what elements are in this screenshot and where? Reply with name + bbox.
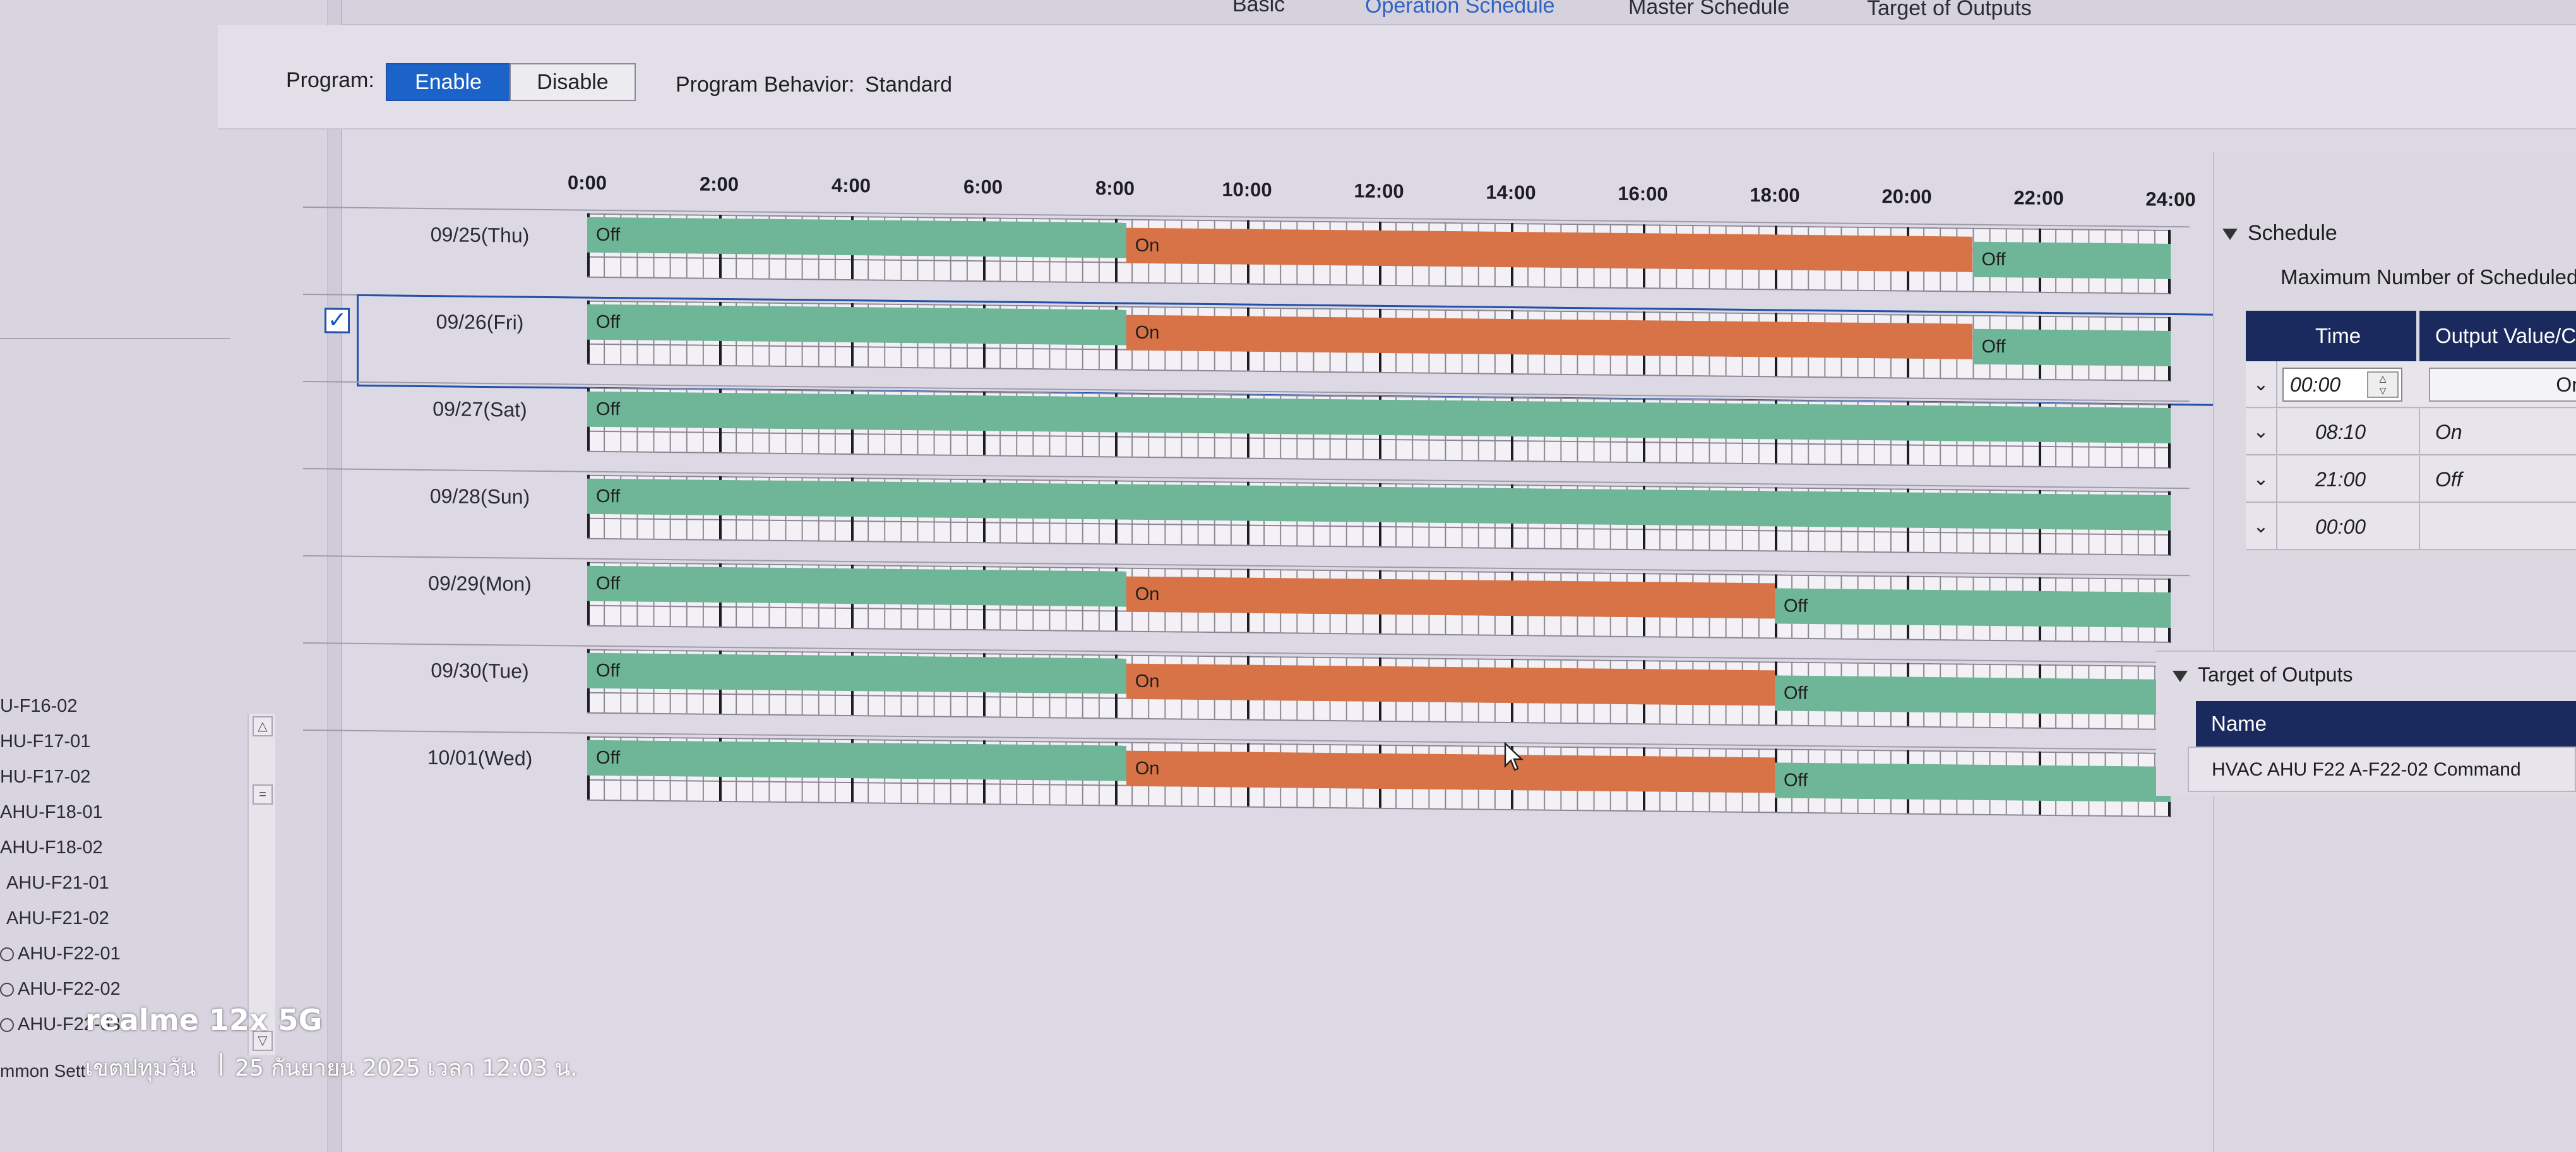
cell-divider <box>2419 409 2420 455</box>
tree-item[interactable]: AHU-F18-02 <box>0 837 103 858</box>
schedule-table-row[interactable]: ⌄ 00:00 <box>2246 503 2576 550</box>
tree-item-label: AHU-F22-02 <box>18 979 121 999</box>
collapse-triangle-icon[interactable] <box>2222 229 2238 241</box>
program-row: Program: Enable Disable Program Behavior… <box>218 25 2576 129</box>
row-date-label: 09/25(Thu) <box>430 223 530 247</box>
schedule-bar-off[interactable]: Off <box>1775 762 2171 802</box>
schedule-bar-on[interactable]: On <box>1126 750 1775 793</box>
row-date-label: 09/27(Sat) <box>432 397 527 421</box>
schedule-table-body: ⌄ 00:00 △▽ On ⌄ 08:10 On ⌄ 21:00 Off ⌄ 00:00 <box>2246 361 2576 557</box>
schedule-radio-icon <box>0 947 14 962</box>
tree-item[interactable]: AHU-F22-02 <box>0 979 121 1000</box>
tree-divider <box>0 338 230 339</box>
output-value-cell: On <box>2435 421 2462 443</box>
schedule-title: Schedule <box>2248 221 2337 245</box>
tree-item[interactable]: AHU-F21-02 <box>6 908 109 929</box>
schedule-section-header[interactable]: Schedule <box>2222 221 2337 246</box>
schedule-table-row[interactable]: ⌄ 21:00 Off <box>2246 456 2576 503</box>
time-cell: 00:00 <box>2315 515 2366 538</box>
time-input-value: 00:00 <box>2290 373 2341 396</box>
tree-item-label: AHU-F22-01 <box>18 944 121 964</box>
collapse-triangle-icon[interactable] <box>2173 670 2188 682</box>
program-label: Program: <box>286 68 374 92</box>
targets-section-header[interactable]: Target of Outputs <box>2173 663 2352 687</box>
tree-item[interactable]: HU-F17-02 <box>0 767 90 788</box>
output-value-cell: Off <box>2435 468 2462 491</box>
tree-item-label: HU-F17-02 <box>0 767 91 787</box>
target-of-outputs-panel: Target of Outputs Name HVAC AHU F22 A-F2… <box>2156 651 2576 796</box>
program-behavior-label: Program Behavior: <box>676 73 855 97</box>
operation-schedule-grid: 0:00 2:00 4:00 6:00 8:00 10:00 12:00 14:00 16:00… <box>303 161 2269 869</box>
tab-master-schedule[interactable]: Master Schedule <box>1628 0 1789 20</box>
tab-operation-schedule[interactable]: Operation Schedule <box>1365 0 1555 18</box>
chevron-down-icon[interactable]: ⌄ <box>2246 361 2277 408</box>
location-watermark: เขตปทุมวัน <box>85 1055 196 1081</box>
row-date-label: 09/29(Mon) <box>428 572 532 596</box>
tree-item-label: U-F16-02 <box>0 696 78 716</box>
tree-item[interactable]: AHU-F22-01 <box>0 944 121 964</box>
tab-bar: Basic Operation Schedule Master Schedule… <box>342 0 2576 25</box>
col-name-header: Name <box>2196 701 2576 747</box>
tree-item[interactable]: HU-F17-01 <box>0 731 90 752</box>
schedule-bar-off[interactable]: Off <box>587 652 1126 694</box>
scroll-up-icon[interactable]: △ <box>253 716 273 736</box>
schedule-bar-off[interactable]: Off <box>587 740 1126 781</box>
cell-divider <box>2419 503 2420 550</box>
tree-item-label: AHU-F21-02 <box>6 908 109 928</box>
tree-item-label: AHU-F18-02 <box>0 837 103 858</box>
schedule-bar-off[interactable]: Off <box>1775 588 2171 628</box>
schedule-bar-off[interactable]: Off <box>1972 241 2171 279</box>
col-time-header: Time <box>2246 311 2416 361</box>
cell-divider <box>2419 456 2420 503</box>
schedule-bar-on[interactable]: On <box>1126 663 1775 706</box>
row-date-label: 09/28(Sun) <box>429 484 530 508</box>
watermark-divider: | <box>217 1050 225 1076</box>
target-row[interactable]: HVAC AHU F22 A-F22-02 Command <box>2188 747 2576 792</box>
col-output-header: Output Value/Co <box>2419 311 2576 361</box>
tree-item-label: AHU-F21-01 <box>6 873 109 893</box>
tree-item[interactable]: U-F16-02 <box>0 696 78 717</box>
target-name: HVAC AHU F22 A-F22-02 Command <box>2212 759 2521 780</box>
time-input[interactable]: 00:00 △ ▽ <box>2282 368 2402 402</box>
device-watermark: realme 12x 5G <box>85 1003 323 1037</box>
mouse-cursor-icon <box>1504 742 1524 771</box>
tree-item[interactable]: AHU-F18-01 <box>0 802 103 823</box>
schedule-bar-off[interactable]: Off <box>587 217 1126 258</box>
row-date-label: 09/30(Tue) <box>431 659 529 683</box>
program-behavior-value: Standard <box>865 73 952 97</box>
tree-item-label: AHU-F18-01 <box>0 802 103 822</box>
enable-button[interactable]: Enable <box>386 63 511 101</box>
schedule-radio-icon <box>0 1018 14 1033</box>
common-settings-label[interactable]: mmon Sett <box>0 1061 85 1081</box>
schedule-panel: Schedule Maximum Number of Scheduled ( T… <box>2222 215 2576 568</box>
schedule-bar-off[interactable]: Off <box>587 565 1126 607</box>
chevron-down-icon[interactable]: ⌄ <box>2246 456 2277 503</box>
time-cell: 08:10 <box>2315 421 2366 443</box>
max-scheduled-label: Maximum Number of Scheduled ( <box>2281 265 2576 289</box>
chevron-down-icon[interactable]: ⌄ <box>2246 503 2277 550</box>
tab-target-of-outputs[interactable]: Target of Outputs <box>1867 0 2032 21</box>
chevron-down-icon[interactable]: ⌄ <box>2246 409 2277 455</box>
tree-item[interactable]: AHU-F21-01 <box>6 873 109 894</box>
schedule-bar-off[interactable]: Off <box>1775 675 2171 715</box>
disable-button[interactable]: Disable <box>510 63 636 101</box>
row-checkbox[interactable]: ✓ <box>325 306 350 333</box>
output-value-field[interactable]: On <box>2429 368 2576 402</box>
row-date-label: 10/01(Wed) <box>427 746 533 770</box>
schedule-table-row[interactable]: ⌄ 08:10 On <box>2246 409 2576 455</box>
targets-title: Target of Outputs <box>2198 663 2353 686</box>
time-spinner-icon[interactable]: △ ▽ <box>2367 371 2399 398</box>
time-cell: 21:00 <box>2315 468 2366 491</box>
scroll-thumb-icon[interactable]: = <box>253 784 273 805</box>
datetime-watermark: 25 กันยายน 2025 เวลา 12:03 น. <box>235 1055 578 1081</box>
schedule-table-row[interactable]: ⌄ 00:00 △▽ On <box>2246 361 2576 408</box>
tree-item-label: HU-F17-01 <box>0 731 91 752</box>
schedule-radio-icon <box>0 983 14 997</box>
tab-basic[interactable]: Basic <box>1232 0 1285 17</box>
schedule-rows: 09/25(Thu) Off On Off 09/26(Fri) Off On Off ✓ 09/… <box>303 161 2269 869</box>
schedule-bar-on[interactable]: On <box>1126 576 1775 619</box>
